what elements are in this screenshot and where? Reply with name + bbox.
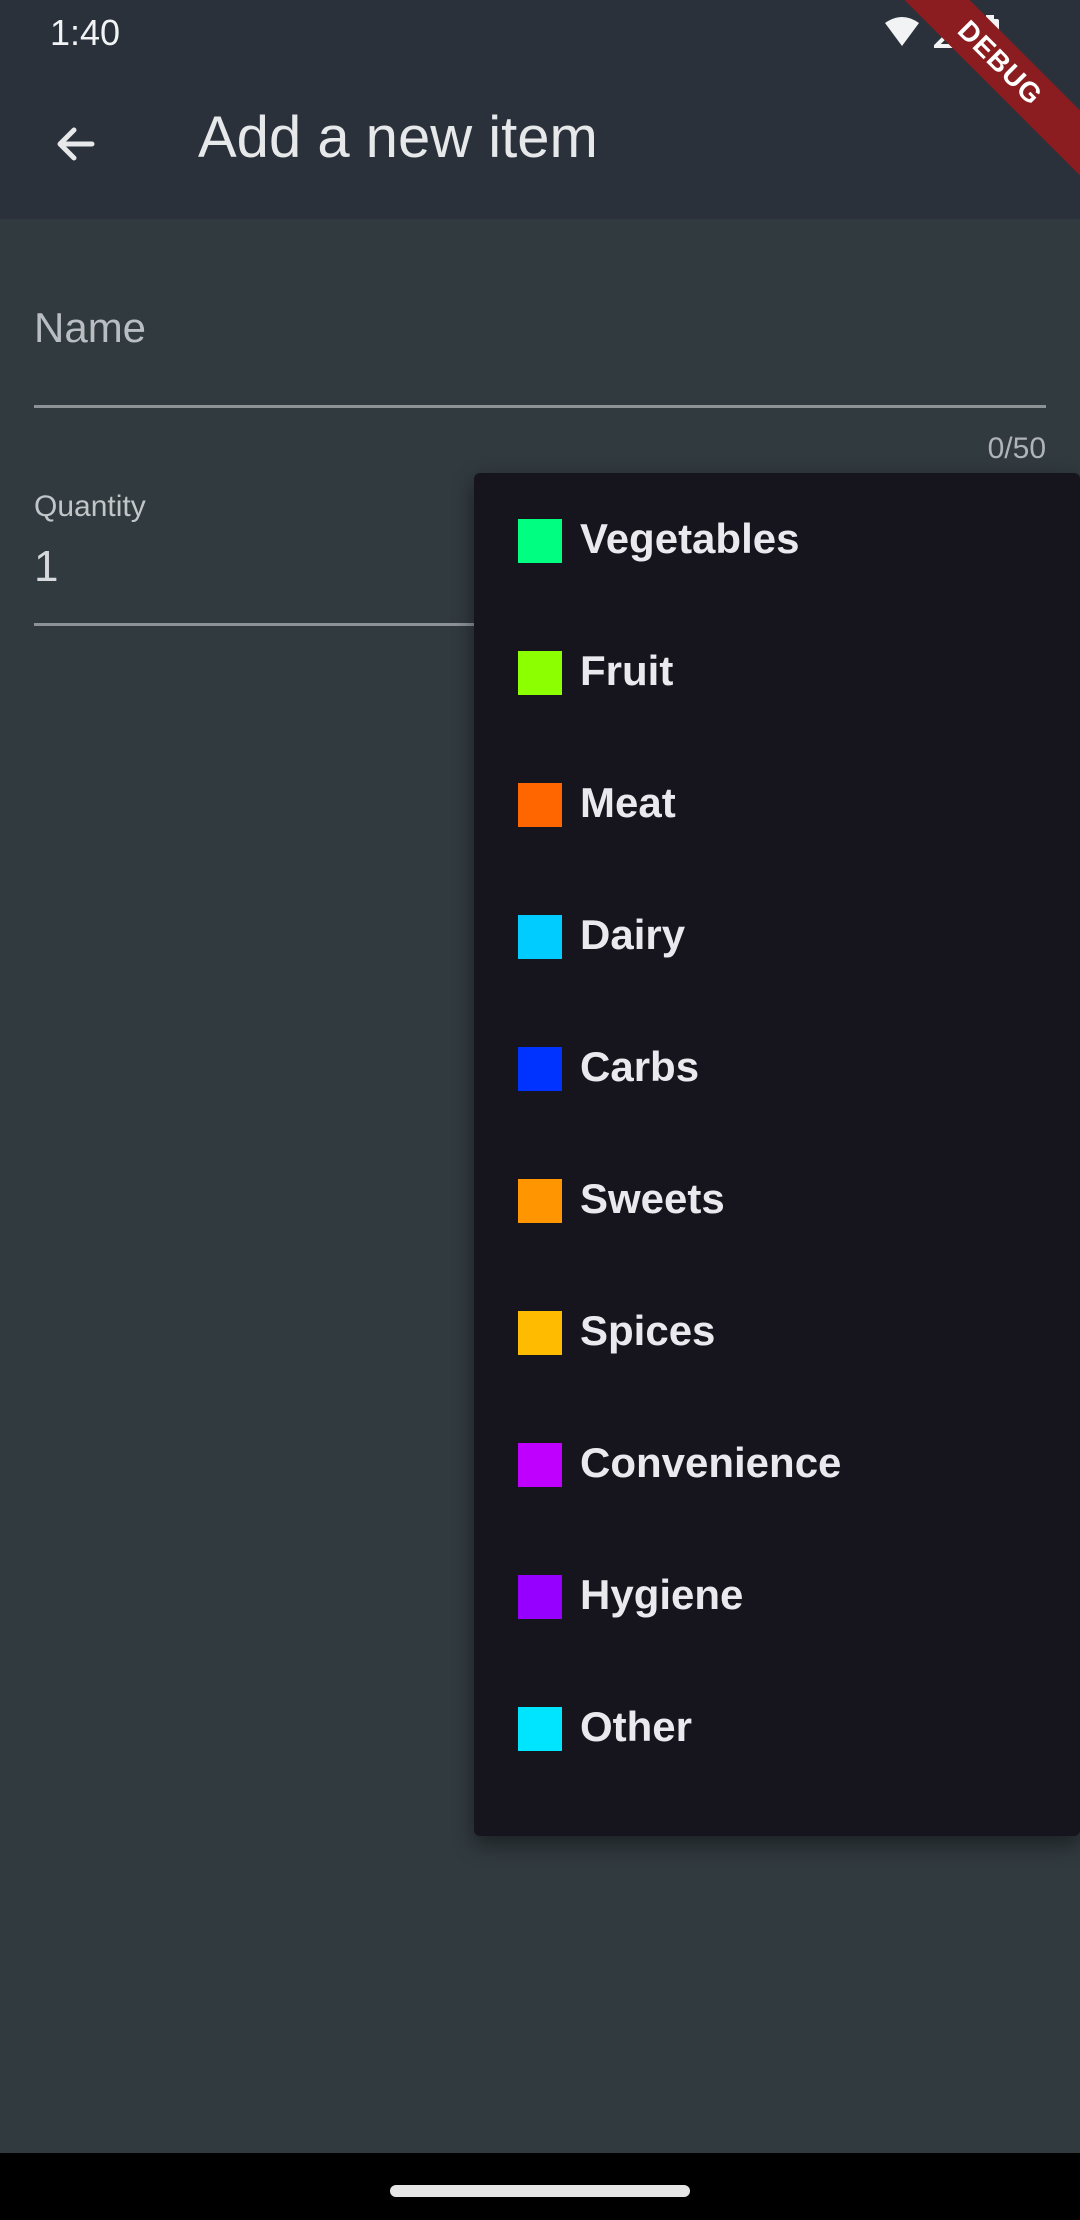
category-label: Carbs [580,1043,700,1090]
category-option-vegetables[interactable]: Vegetables [474,473,1080,605]
quantity-value: 1 [34,542,59,591]
name-underline [34,405,1046,408]
category-option-hygiene[interactable]: Hygiene [474,1529,1080,1661]
category-label: Dairy [580,911,686,958]
category-label: Sweets [580,1175,725,1222]
quantity-field[interactable]: Quantity 1 [34,490,484,626]
category-color-swatch [518,915,562,959]
app-bar: Add a new item [0,66,1080,219]
category-option-carbs[interactable]: Carbs [474,1001,1080,1133]
category-option-dairy[interactable]: Dairy [474,869,1080,1001]
category-color-swatch [518,783,562,827]
wifi-icon [884,16,920,52]
category-color-swatch [518,1575,562,1619]
category-color-swatch [518,651,562,695]
category-label: Meat [580,779,676,826]
category-label: Hygiene [580,1571,744,1618]
category-label: Other [580,1703,693,1750]
back-button[interactable] [38,108,114,184]
category-color-swatch [518,1443,562,1487]
quantity-underline [34,623,484,626]
category-option-other[interactable]: Other [474,1661,1080,1793]
category-dropdown-menu: Vegetables Fruit Meat Dairy Carbs Sweets… [474,473,1080,1836]
system-nav-bar [0,2153,1080,2220]
name-char-counter: 0/50 [987,432,1046,465]
quantity-label: Quantity [34,490,146,523]
category-color-swatch [518,1707,562,1751]
page-title: Add a new item [198,105,598,170]
name-field[interactable]: Name [34,290,1046,408]
add-item-screen: 1:40 Add a new item DEBUG Name 0/50 Quan… [0,0,1080,2220]
home-indicator[interactable] [390,2185,690,2197]
category-option-convenience[interactable]: Convenience [474,1397,1080,1529]
category-option-fruit[interactable]: Fruit [474,605,1080,737]
category-color-swatch [518,1311,562,1355]
category-option-sweets[interactable]: Sweets [474,1133,1080,1265]
category-label: Vegetables [580,515,800,562]
arrow-back-icon [52,120,100,173]
name-placeholder: Name [34,304,147,351]
category-label: Fruit [580,647,674,694]
category-label: Convenience [580,1439,842,1486]
status-time: 1:40 [50,12,121,53]
category-color-swatch [518,1179,562,1223]
category-color-swatch [518,1047,562,1091]
category-color-swatch [518,519,562,563]
category-option-spices[interactable]: Spices [474,1265,1080,1397]
category-label: Spices [580,1307,716,1354]
category-option-meat[interactable]: Meat [474,737,1080,869]
